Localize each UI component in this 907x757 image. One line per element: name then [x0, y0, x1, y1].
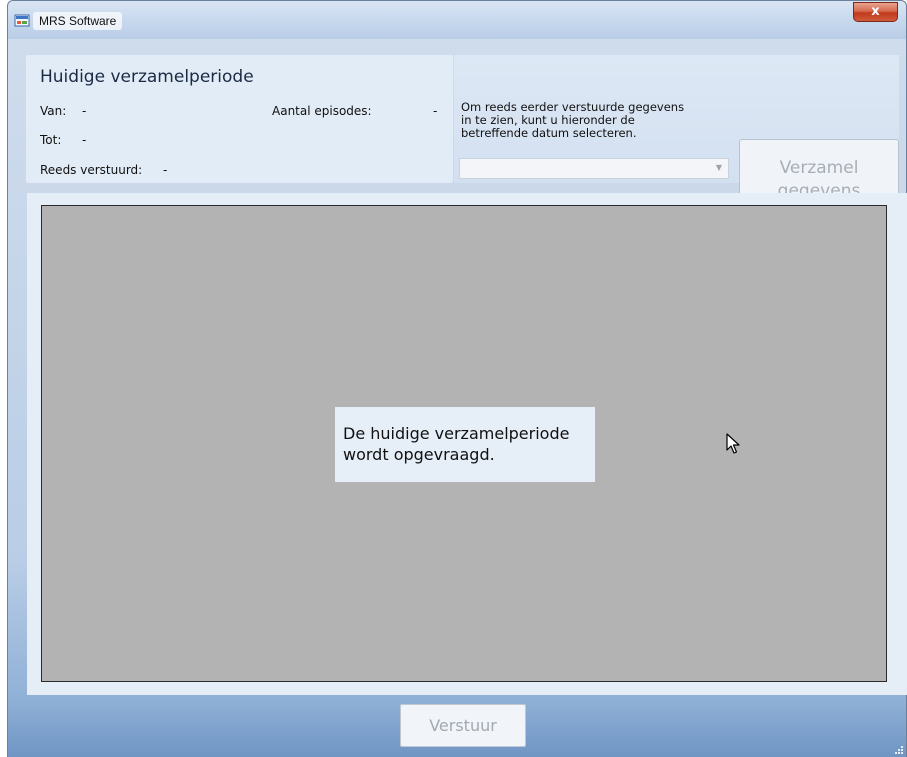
close-icon: x	[871, 4, 880, 19]
history-hint: Om reeds eerder verstuurde gegevens in t…	[461, 101, 751, 140]
episodes-label: Aantal episodes:	[272, 104, 372, 118]
window-title: MRS Software	[33, 12, 123, 30]
loading-message-line: wordt opgevraagd.	[343, 445, 495, 464]
close-button[interactable]: x	[853, 2, 898, 22]
title-bar[interactable]: MRS Software x	[8, 1, 906, 39]
chevron-down-icon[interactable]: ▼	[716, 163, 722, 172]
van-label: Van:	[40, 104, 67, 118]
app-window: MRS Software x Huidige verzamelperiode V…	[7, 0, 907, 757]
tot-label: Tot:	[40, 133, 62, 147]
history-date-select[interactable]: ▼	[459, 158, 729, 179]
episodes-value: -	[433, 104, 438, 118]
resize-grip-icon[interactable]	[895, 746, 903, 754]
collect-button-label: Verzamel	[779, 157, 859, 178]
loading-message: De huidige verzamelperiode wordt opgevra…	[335, 407, 595, 482]
sent-label: Reeds verstuurd:	[40, 163, 143, 177]
sent-value: -	[163, 163, 168, 177]
period-heading: Huidige verzamelperiode	[40, 67, 254, 87]
send-button[interactable]: Verstuur	[400, 704, 526, 747]
history-hint-line: betreffende datum selecteren.	[461, 126, 637, 140]
app-icon[interactable]	[14, 13, 30, 29]
client-area: Huidige verzamelperiode Van: - Tot: - Re…	[8, 39, 907, 757]
tot-value: -	[82, 133, 87, 147]
loading-message-line: De huidige verzamelperiode	[343, 424, 570, 443]
period-panel: Huidige verzamelperiode Van: - Tot: - Re…	[26, 55, 453, 183]
van-value: -	[82, 104, 87, 118]
mouse-cursor-icon	[726, 433, 740, 454]
